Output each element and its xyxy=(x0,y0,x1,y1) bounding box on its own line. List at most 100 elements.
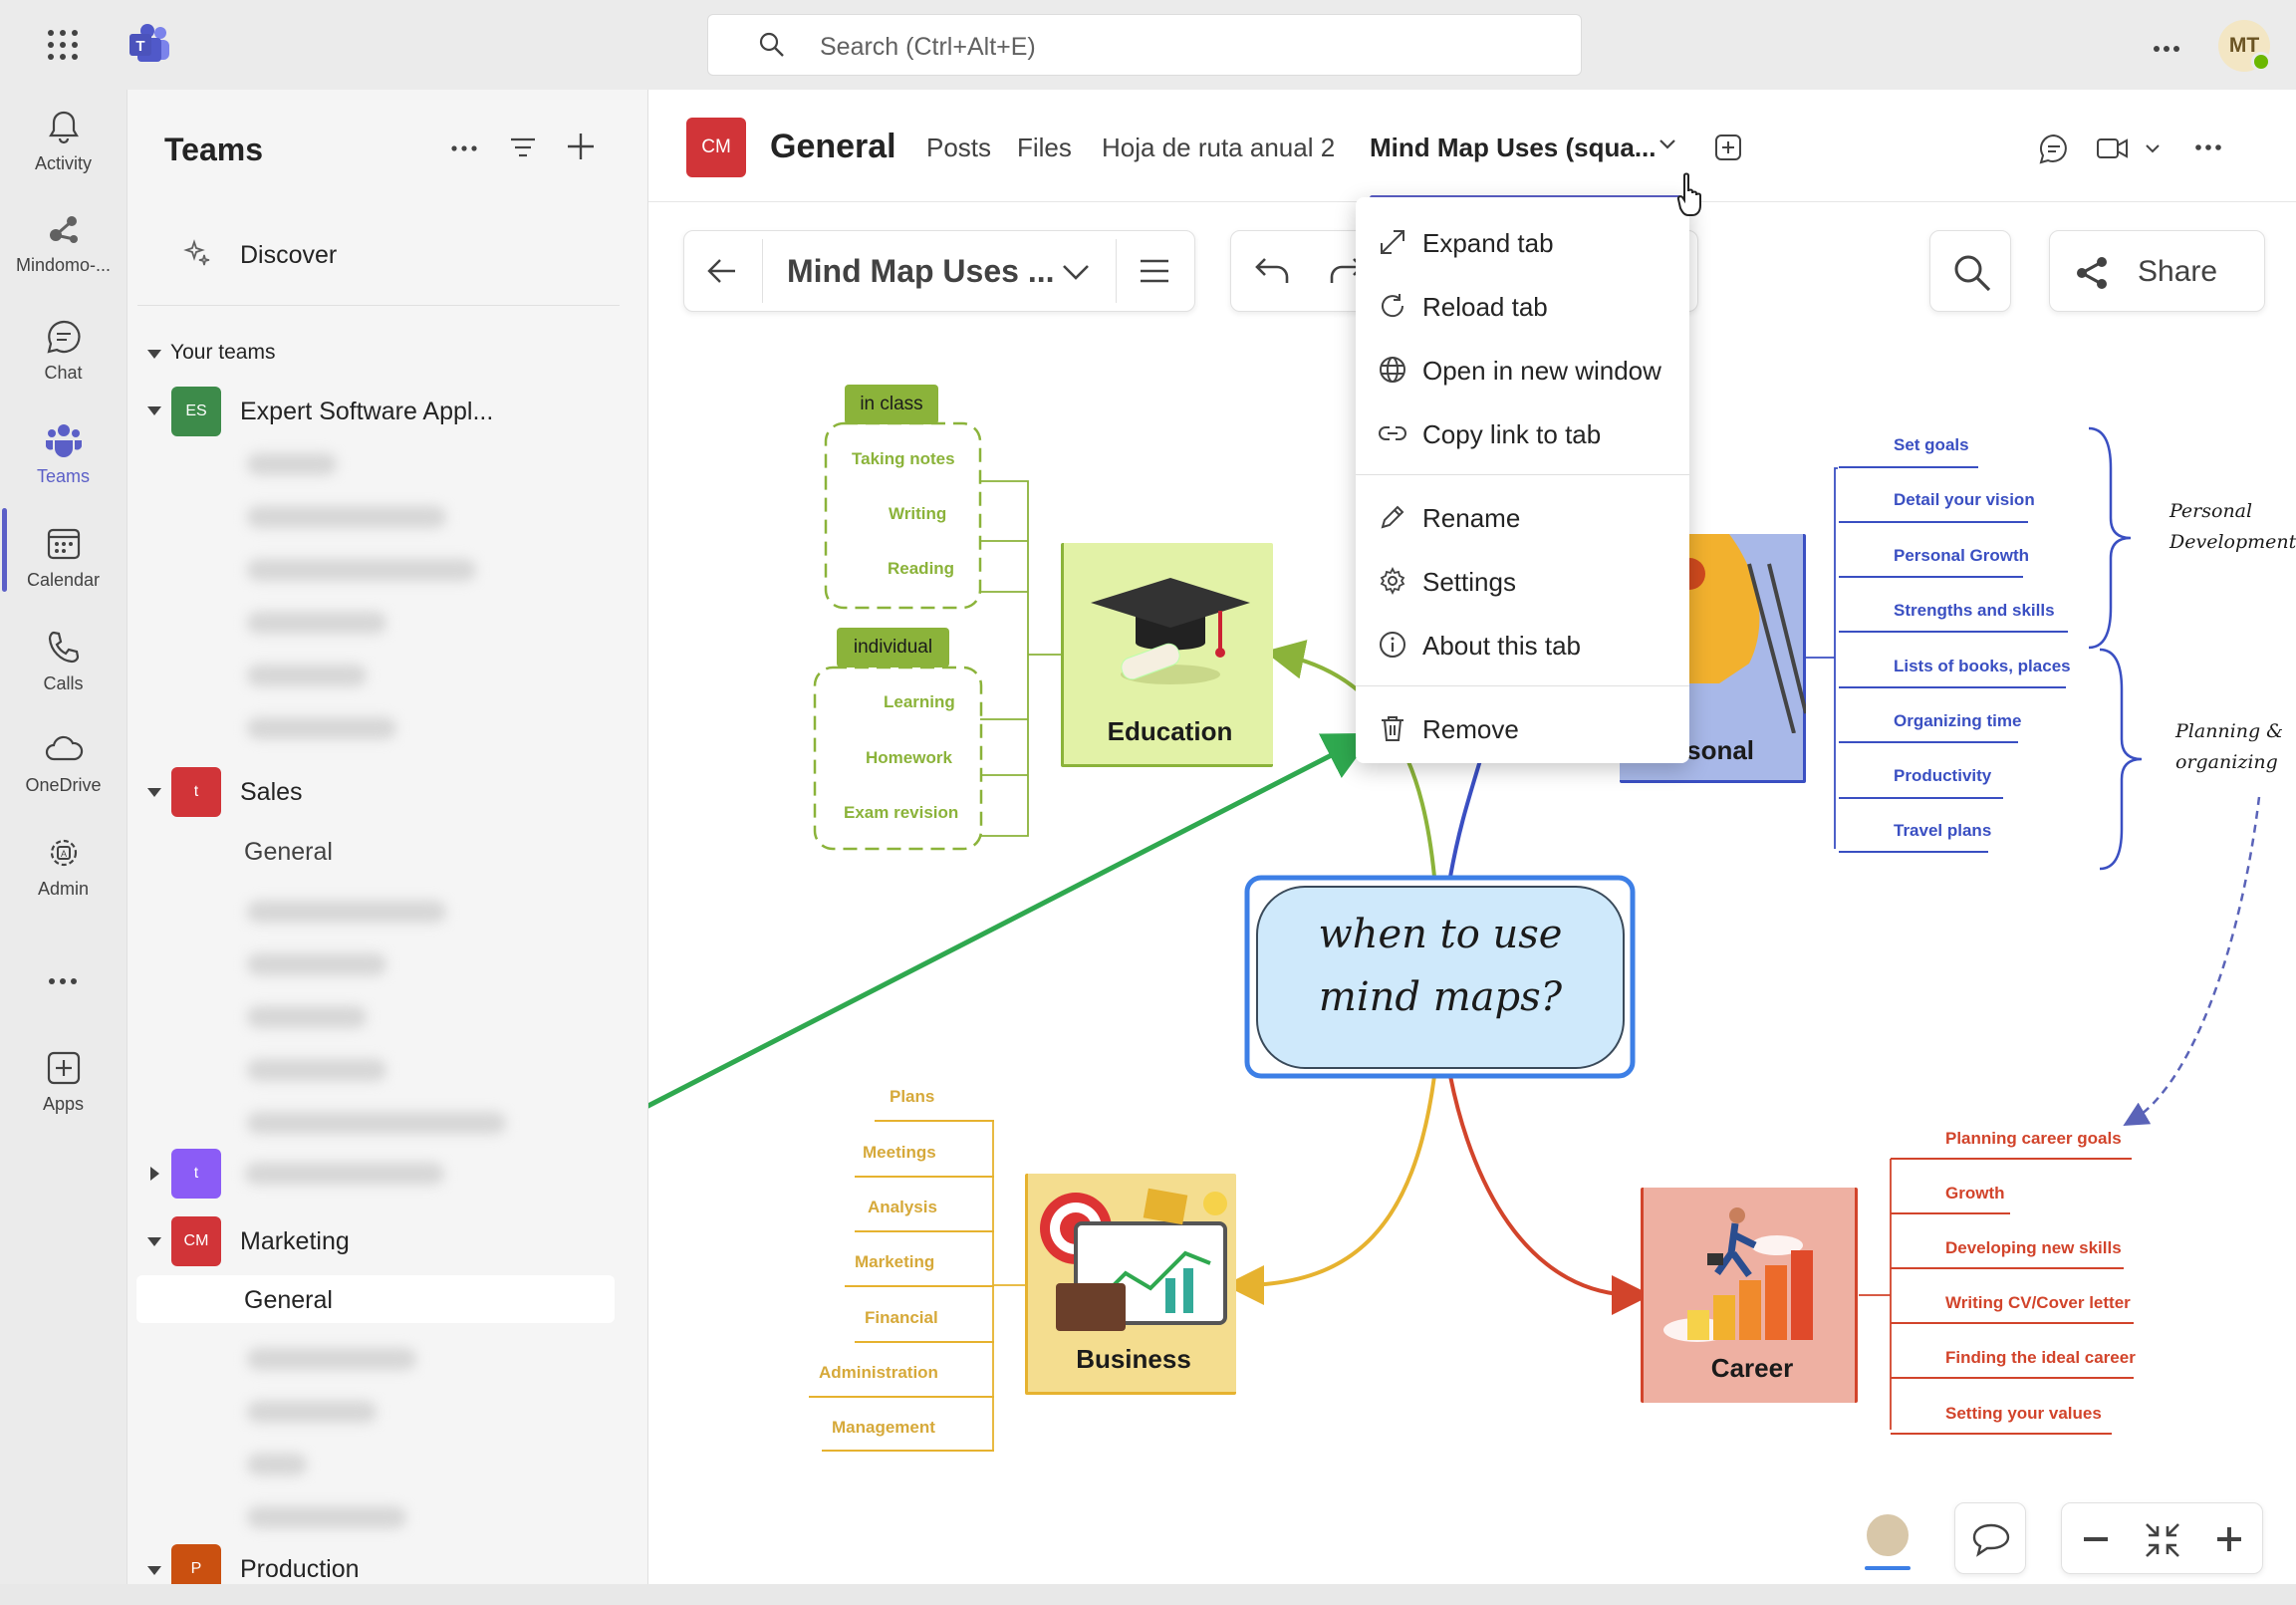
chevron-down-icon[interactable] xyxy=(1658,137,1677,151)
leaf-writing-cv[interactable]: Writing CV/Cover letter xyxy=(1945,1293,2131,1313)
node-career[interactable]: Career xyxy=(1641,1188,1858,1403)
filter-icon[interactable] xyxy=(509,135,537,159)
rail-apps[interactable]: Apps xyxy=(0,1048,127,1148)
node-education[interactable]: Education xyxy=(1061,543,1273,767)
app-launcher-icon[interactable] xyxy=(46,28,80,67)
leaf-financial[interactable]: Financial xyxy=(865,1308,938,1328)
channel-general-selected[interactable]: General xyxy=(244,1286,333,1315)
discover-link[interactable]: Discover xyxy=(240,241,337,270)
channel-general[interactable]: General xyxy=(244,838,333,867)
chevron-down-icon[interactable] xyxy=(147,406,161,415)
tab-mind-map-uses[interactable]: Mind Map Uses (squa... xyxy=(1370,133,1657,163)
rail-onedrive[interactable]: OneDrive xyxy=(0,729,127,829)
search-input[interactable]: Search (Ctrl+Alt+E) xyxy=(707,14,1582,76)
menu-item-settings[interactable]: Settings xyxy=(1356,550,1689,612)
rail-calendar[interactable]: Calendar xyxy=(0,524,127,624)
team-name[interactable]: Sales xyxy=(240,778,303,807)
more-options-icon[interactable] xyxy=(2153,40,2180,58)
leaf-management[interactable]: Management xyxy=(832,1418,935,1438)
rail-admin[interactable]: A Admin xyxy=(0,833,127,933)
menu-item-copy-link[interactable]: Copy link to tab xyxy=(1356,402,1689,464)
zoom-out-icon[interactable] xyxy=(2084,1537,2108,1541)
leaf-analysis[interactable]: Analysis xyxy=(868,1198,937,1217)
leaf-planning-career-goals[interactable]: Planning career goals xyxy=(1945,1129,2122,1149)
rail-calls[interactable]: Calls xyxy=(0,628,127,727)
channel-blurred[interactable] xyxy=(247,559,476,581)
channel-blurred[interactable] xyxy=(247,506,446,528)
leaf-setting-values[interactable]: Setting your values xyxy=(1945,1404,2102,1424)
rail-chat[interactable]: Chat xyxy=(0,317,127,416)
rail-teams[interactable]: Teams xyxy=(0,420,127,520)
more-options-icon[interactable] xyxy=(2194,143,2222,151)
comments-button[interactable] xyxy=(1954,1502,2026,1574)
add-team-icon[interactable] xyxy=(566,132,596,161)
leaf-administration[interactable]: Administration xyxy=(819,1363,938,1383)
menu-item-open-new-window[interactable]: Open in new window xyxy=(1356,339,1689,401)
leaf-set-goals[interactable]: Set goals xyxy=(1894,435,1969,455)
channel-blurred[interactable] xyxy=(247,901,446,923)
channel-blurred[interactable] xyxy=(247,1506,406,1528)
channel-blurred[interactable] xyxy=(247,1348,416,1370)
menu-item-about-tab[interactable]: About this tab xyxy=(1356,614,1689,675)
menu-item-remove[interactable]: Remove xyxy=(1356,697,1689,759)
channel-blurred[interactable] xyxy=(247,453,337,475)
tab-posts[interactable]: Posts xyxy=(926,133,991,163)
menu-item-reload-tab[interactable]: Reload tab xyxy=(1356,275,1689,337)
channel-blurred[interactable] xyxy=(247,665,367,686)
leaf-homework[interactable]: Homework xyxy=(866,748,952,768)
fit-to-screen-icon[interactable] xyxy=(2144,1521,2181,1559)
channel-blurred[interactable] xyxy=(247,717,396,739)
more-apps-icon[interactable] xyxy=(48,972,78,990)
video-call-icon[interactable] xyxy=(2096,134,2130,163)
chevron-down-icon[interactable] xyxy=(147,1566,161,1575)
chevron-down-icon[interactable] xyxy=(147,788,161,797)
team-name[interactable]: Expert Software Appl... xyxy=(240,398,493,426)
tag-in-class[interactable]: in class xyxy=(845,385,938,424)
team-name-blurred[interactable] xyxy=(245,1163,444,1185)
tab-hoja-de-ruta[interactable]: Hoja de ruta anual 2 xyxy=(1102,133,1335,163)
channel-blurred[interactable] xyxy=(247,1454,307,1475)
leaf-finding-ideal-career[interactable]: Finding the ideal career xyxy=(1945,1348,2136,1368)
menu-item-expand-tab[interactable]: Expand tab xyxy=(1356,211,1689,273)
leaf-organizing-time[interactable]: Organizing time xyxy=(1894,711,2021,731)
leaf-detail-vision[interactable]: Detail your vision xyxy=(1894,490,2035,510)
leaf-learning[interactable]: Learning xyxy=(884,692,955,712)
rail-mindomo[interactable]: Mindomo-... xyxy=(0,209,127,309)
channel-blurred[interactable] xyxy=(247,1401,377,1423)
chevron-down-icon[interactable] xyxy=(2144,142,2162,154)
leaf-marketing[interactable]: Marketing xyxy=(855,1252,934,1272)
channel-blurred[interactable] xyxy=(247,1006,367,1028)
rail-activity[interactable]: Activity xyxy=(0,108,127,207)
tag-individual[interactable]: individual xyxy=(837,628,949,668)
channel-blurred[interactable] xyxy=(247,612,386,634)
chevron-down-icon[interactable] xyxy=(147,350,161,359)
channel-blurred[interactable] xyxy=(247,953,386,975)
leaf-lists-books[interactable]: Lists of books, places xyxy=(1894,657,2071,676)
team-name[interactable]: Marketing xyxy=(240,1227,350,1256)
leaf-growth[interactable]: Growth xyxy=(1945,1184,2005,1204)
chevron-right-icon[interactable] xyxy=(150,1167,159,1181)
leaf-meetings[interactable]: Meetings xyxy=(863,1143,936,1163)
channel-blurred[interactable] xyxy=(247,1059,386,1081)
leaf-exam-revision[interactable]: Exam revision xyxy=(844,803,958,823)
collaborator-avatar[interactable] xyxy=(1865,1512,1911,1558)
leaf-personal-growth[interactable]: Personal Growth xyxy=(1894,546,2029,566)
node-business[interactable]: Business xyxy=(1025,1174,1236,1395)
leaf-travel-plans[interactable]: Travel plans xyxy=(1894,821,1991,841)
leaf-plans[interactable]: Plans xyxy=(890,1087,934,1107)
more-options-icon[interactable] xyxy=(450,144,478,152)
menu-item-rename[interactable]: Rename xyxy=(1356,486,1689,548)
tab-files[interactable]: Files xyxy=(1017,133,1072,163)
conversation-icon[interactable] xyxy=(2037,132,2071,165)
team-name[interactable]: Production xyxy=(240,1555,360,1584)
leaf-productivity[interactable]: Productivity xyxy=(1894,766,1991,786)
add-tab-icon[interactable] xyxy=(1713,133,1743,162)
channel-blurred[interactable] xyxy=(247,1112,506,1134)
channel-selected-row[interactable] xyxy=(136,1275,615,1323)
leaf-strengths-skills[interactable]: Strengths and skills xyxy=(1894,601,2055,621)
leaf-taking-notes[interactable]: Taking notes xyxy=(852,449,955,469)
zoom-in-icon[interactable] xyxy=(2217,1527,2241,1551)
leaf-writing[interactable]: Writing xyxy=(889,504,946,524)
leaf-developing-new-skills[interactable]: Developing new skills xyxy=(1945,1238,2122,1258)
chevron-down-icon[interactable] xyxy=(147,1237,161,1246)
